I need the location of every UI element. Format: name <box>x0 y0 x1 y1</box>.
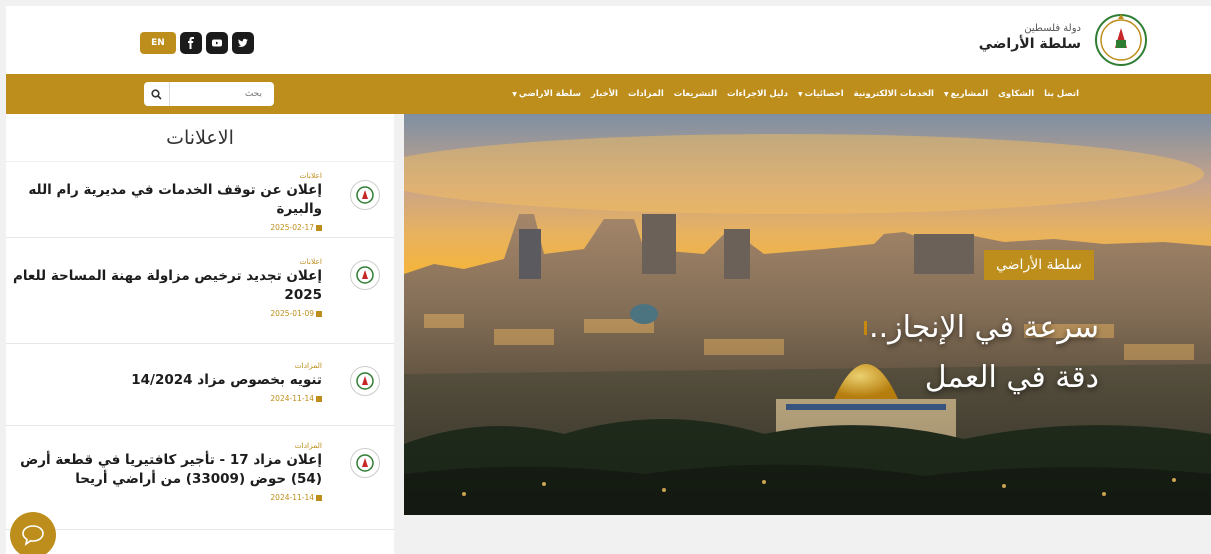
nav-item-label: الأخبار <box>591 89 618 99</box>
logo-icon <box>356 186 374 204</box>
announcement-thumbnail <box>350 180 380 210</box>
chat-bubble-icon <box>22 525 44 546</box>
logo-icon <box>356 454 374 472</box>
announcement-title[interactable]: إعلان تجديد ترخيص مزاولة مهنة المساحة لل… <box>10 267 322 305</box>
announcement-date: 2024-11-14 <box>10 491 322 505</box>
chat-button[interactable] <box>10 512 56 554</box>
logo-icon <box>356 266 374 284</box>
nav-menu: سلطة الاراضي▼ الأخبار المزادات التشريعات… <box>512 74 1079 114</box>
announcements-panel: الاعلانات اعلانات إعلان عن توقف الخدمات … <box>6 114 394 554</box>
nav-item-e-services[interactable]: الخدمات الالكترونية <box>854 89 934 99</box>
announcement-category[interactable]: المزادات <box>10 360 322 371</box>
announcement-title[interactable]: إعلان عن توقف الخدمات في مديرية رام الله… <box>10 181 322 219</box>
announcement-thumbnail <box>350 366 380 396</box>
nav-item-legislation[interactable]: التشريعات <box>674 89 717 99</box>
announcement-date-text: 2025-01-09 <box>270 309 314 318</box>
announcements-list: اعلانات إعلان عن توقف الخدمات في مديرية … <box>6 162 394 530</box>
announcement-date: 2024-11-14 <box>10 392 322 406</box>
nav-item-land-authority[interactable]: سلطة الاراضي▼ <box>512 89 581 99</box>
announcement-category[interactable]: المزادات <box>10 440 322 451</box>
announcement-title[interactable]: تنويه بخصوص مزاد 14/2024 <box>10 371 322 390</box>
logo-icon <box>356 372 374 390</box>
announcement-thumbnail <box>350 260 380 290</box>
nav-item-label: الخدمات الالكترونية <box>853 89 934 99</box>
facebook-icon[interactable] <box>180 32 202 54</box>
hero-headline-1: سرعة في الإنجاز.. <box>869 310 1099 345</box>
nav-item-procedures[interactable]: دليل الاجراءات <box>727 89 788 99</box>
announcement-thumbnail <box>350 448 380 478</box>
search-icon <box>151 88 162 100</box>
brand-title: سلطة الأراضي <box>978 36 1081 52</box>
announcements-title: الاعلانات <box>6 114 394 162</box>
language-toggle-button[interactable]: EN <box>140 32 176 54</box>
calendar-icon <box>316 225 322 231</box>
announcement-category[interactable]: اعلانات <box>10 170 322 181</box>
announcement-item[interactable]: اعلانات إعلان تجديد ترخيص مزاولة مهنة ال… <box>6 238 394 344</box>
announcement-date-text: 2024-11-14 <box>270 394 314 403</box>
nav-item-label: اتصل بنا <box>1044 89 1079 99</box>
nav-item-complaints[interactable]: الشكاوى <box>998 89 1034 99</box>
nav-item-news[interactable]: الأخبار <box>591 89 618 99</box>
brand-subtitle: دولة فلسطين <box>1024 23 1081 34</box>
hero-headline-2: دقة في العمل <box>924 360 1099 395</box>
nav-item-contact[interactable]: اتصل بنا <box>1044 89 1079 99</box>
announcement-item[interactable]: المزادات إعلان مزاد 17 - تأجير كافتيريا … <box>6 426 394 530</box>
announcement-item[interactable]: المزادات تنويه بخصوص مزاد 14/2024 2024-1… <box>6 344 394 426</box>
nav-item-label: المزادات <box>627 89 664 99</box>
hero-banner[interactable]: سلطة الأراضي سرعة في الإنجاز.. دقة في ال… <box>404 114 1211 515</box>
announcement-item[interactable]: اعلانات إعلان عن توقف الخدمات في مديرية … <box>6 162 394 238</box>
brand[interactable]: دولة فلسطين سلطة الأراضي <box>979 22 1081 53</box>
chevron-down-icon: ▼ <box>512 91 517 98</box>
twitter-icon[interactable] <box>232 32 254 54</box>
nav-item-label: سلطة الاراضي <box>518 89 582 99</box>
nav-item-label: الشكاوى <box>998 89 1035 99</box>
nav-item-label: المشاريع <box>950 89 989 99</box>
announcement-date: 2025-01-09 <box>10 307 322 321</box>
header-actions: EN <box>140 32 254 54</box>
search-input[interactable] <box>170 83 270 105</box>
nav-item-projects[interactable]: المشاريع▼ <box>944 89 988 99</box>
announcement-category[interactable]: اعلانات <box>10 256 322 267</box>
calendar-icon <box>316 495 322 501</box>
nav-item-label: التشريعات <box>673 89 718 99</box>
main-navbar: سلطة الاراضي▼ الأخبار المزادات التشريعات… <box>6 74 1211 114</box>
search-button[interactable] <box>144 82 170 106</box>
site-header: EN دولة فلسطين سلطة الأراضي <box>6 6 1211 74</box>
hero-badge: سلطة الأراضي <box>984 250 1094 280</box>
youtube-icon[interactable] <box>206 32 228 54</box>
search-box <box>144 82 274 106</box>
calendar-icon <box>316 396 322 402</box>
nav-item-label: دليل الاجراءات <box>727 89 788 99</box>
chevron-down-icon: ▼ <box>797 91 803 98</box>
nav-item-statistics[interactable]: احصائيات▼ <box>798 89 844 99</box>
announcement-date-text: 2025-02-17 <box>270 223 314 232</box>
announcement-title[interactable]: إعلان مزاد 17 - تأجير كافتيريا في قطعة أ… <box>10 451 322 489</box>
nav-item-label: احصائيات <box>804 89 844 99</box>
nav-item-auctions[interactable]: المزادات <box>628 89 664 99</box>
calendar-icon <box>316 311 322 317</box>
announcement-date-text: 2024-11-14 <box>270 493 314 502</box>
announcement-date: 2025-02-17 <box>10 221 322 235</box>
chevron-down-icon: ▼ <box>943 91 949 98</box>
